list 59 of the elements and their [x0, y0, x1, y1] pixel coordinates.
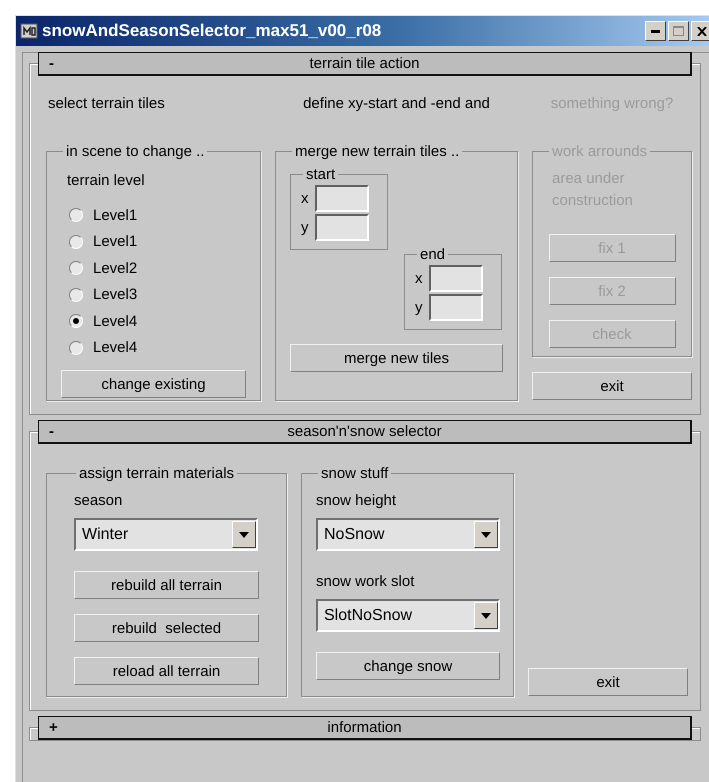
caret-icon — [239, 532, 249, 538]
field-label: snow height — [316, 492, 398, 511]
window-title: snowAndSeasonSelector_max51_v00_r08 — [42, 21, 382, 41]
rollout-header[interactable]: - terrain tile action — [38, 52, 692, 76]
group-label: start — [305, 166, 336, 183]
section-heading: select terrain tiles — [47, 95, 166, 114]
field-label: season — [74, 492, 124, 511]
toggle-sign: - — [49, 423, 55, 440]
close-button[interactable] — [691, 21, 709, 41]
rollout-header[interactable]: - season'n'snow selector — [38, 420, 692, 444]
caret-icon — [481, 532, 491, 538]
coordinate-field[interactable] — [429, 294, 483, 321]
group-label: in scene to change .. — [65, 143, 206, 160]
coordinate-label: x — [415, 270, 423, 287]
dropdown-arrow-button[interactable] — [232, 521, 256, 548]
section-heading: define xy-start and -end and — [302, 95, 491, 114]
group-label: merge new terrain tiles .. — [294, 143, 460, 160]
coordinate-field[interactable] — [315, 214, 369, 241]
terrain-button[interactable]: rebuild selected — [74, 614, 259, 642]
maximize-icon — [673, 26, 684, 36]
level-radio[interactable]: Level4 — [69, 334, 246, 361]
terrain-button[interactable]: rebuild all terrain — [74, 571, 259, 599]
change-snow-button[interactable]: change snow — [316, 652, 500, 680]
field-label: terrain level — [67, 172, 146, 191]
coordinate-label: y — [415, 299, 423, 316]
rollout-header[interactable]: + information — [38, 716, 692, 740]
snow-height-dropdown[interactable]: NoSnow — [316, 518, 500, 551]
season-dropdown[interactable]: Winter — [74, 518, 258, 551]
group-label: assign terrain materials — [78, 465, 236, 482]
terrain-button[interactable]: reload all terrain — [74, 657, 259, 685]
coordinate-field[interactable] — [315, 185, 369, 212]
merge-tiles-button[interactable]: merge new tiles — [290, 344, 503, 372]
minimize-icon — [651, 30, 660, 32]
level-radio[interactable]: Level1 — [69, 228, 246, 255]
coordinate-label: y — [301, 219, 309, 236]
level-radio[interactable]: Level4 — [69, 308, 246, 334]
level-radio[interactable]: Level3 — [69, 282, 246, 308]
dropdown-arrow-button[interactable] — [474, 602, 498, 629]
close-icon — [696, 26, 706, 36]
exit-button[interactable]: exit — [528, 668, 688, 696]
level-radio[interactable]: Level1 — [69, 202, 246, 228]
rollout-title: information — [326, 719, 403, 736]
coordinate-label: x — [301, 190, 309, 207]
toggle-sign: + — [49, 719, 59, 736]
field-label: snow work slot — [316, 573, 416, 592]
level-radio[interactable]: Level2 — [69, 255, 246, 282]
rollout-title: terrain tile action — [308, 55, 421, 72]
group-label: snow stuff — [320, 465, 390, 482]
dropdown-arrow-button[interactable] — [474, 521, 498, 548]
toggle-sign: - — [49, 55, 55, 72]
snow-slot-dropdown[interactable]: SlotNoSnow — [316, 599, 500, 632]
change-existing-button[interactable]: change existing — [61, 370, 246, 398]
app-icon — [20, 22, 38, 40]
group-label: end — [419, 246, 446, 263]
coordinate-field[interactable] — [429, 265, 483, 292]
caret-icon — [481, 612, 491, 618]
exit-button[interactable]: exit — [532, 372, 692, 400]
minimize-button[interactable] — [645, 21, 666, 41]
rollout-title: season'n'snow selector — [286, 423, 443, 440]
